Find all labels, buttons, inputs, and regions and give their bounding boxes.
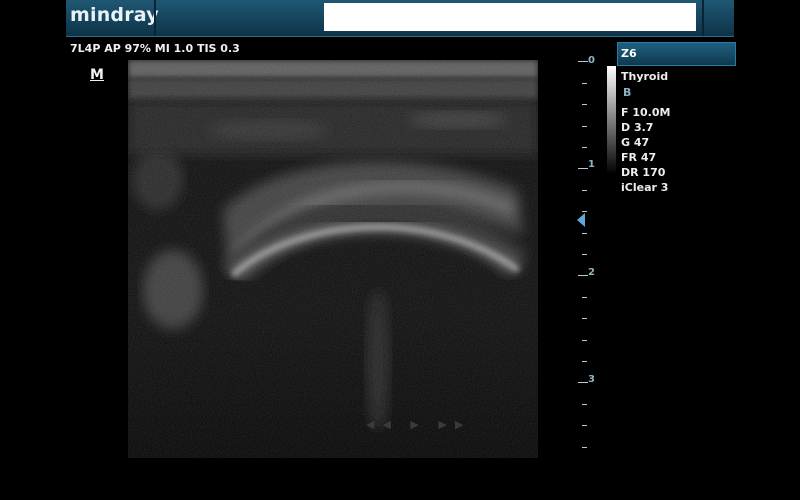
depth-tick (582, 447, 587, 448)
grayscale-bar (607, 66, 616, 174)
depth-label: 2 (588, 267, 595, 278)
depth-tick (582, 404, 587, 405)
depth-tick (582, 147, 587, 148)
depth-major-tick (578, 382, 588, 383)
depth-tick (582, 126, 587, 127)
depth-tick (582, 340, 587, 341)
depth-tick (582, 211, 587, 212)
orientation-mark: M (90, 67, 104, 83)
depth-major-tick (578, 275, 588, 276)
depth-tick (582, 254, 587, 255)
brand-logo: mindray (70, 4, 159, 26)
depth-tick (582, 190, 587, 191)
gain-value: G 47 (621, 136, 650, 149)
focus-marker-icon[interactable] (577, 213, 585, 227)
zoom-label: Z6 (621, 47, 637, 60)
frequency-value: F 10.0M (621, 106, 671, 119)
depth-value: D 3.7 (621, 121, 654, 134)
frame-rate-value: FR 47 (621, 151, 657, 164)
topbar-divider (702, 0, 704, 36)
depth-tick (582, 83, 587, 84)
depth-tick (582, 425, 587, 426)
ultrasound-scan (128, 60, 538, 458)
iclear-value: iClear 3 (621, 181, 669, 194)
dynamic-range-value: DR 170 (621, 166, 666, 179)
depth-major-tick (578, 61, 588, 62)
depth-tick (582, 297, 587, 298)
topbar-divider (154, 0, 156, 36)
exam-preset: Thyroid (621, 70, 669, 83)
depth-tick (582, 233, 587, 234)
top-bar: mindray (66, 0, 734, 37)
depth-tick (582, 318, 587, 319)
depth-tick (582, 104, 587, 105)
depth-scale: 0 1 2 3 (575, 55, 605, 458)
depth-label: 1 (588, 159, 595, 170)
patient-info-field[interactable] (324, 3, 696, 31)
depth-label: 3 (588, 374, 595, 385)
depth-label: 0 (588, 55, 595, 66)
ultrasound-image[interactable] (128, 60, 538, 458)
probe-parameters: 7L4P AP 97% MI 1.0 TIS 0.3 (70, 42, 240, 55)
imaging-mode: B (623, 86, 632, 99)
depth-major-tick (578, 168, 588, 169)
playback-controls[interactable]: ◀◀ ▶ ▶▶ (366, 418, 471, 431)
zoom-panel-header[interactable]: Z6 (617, 42, 736, 66)
depth-tick (582, 361, 587, 362)
